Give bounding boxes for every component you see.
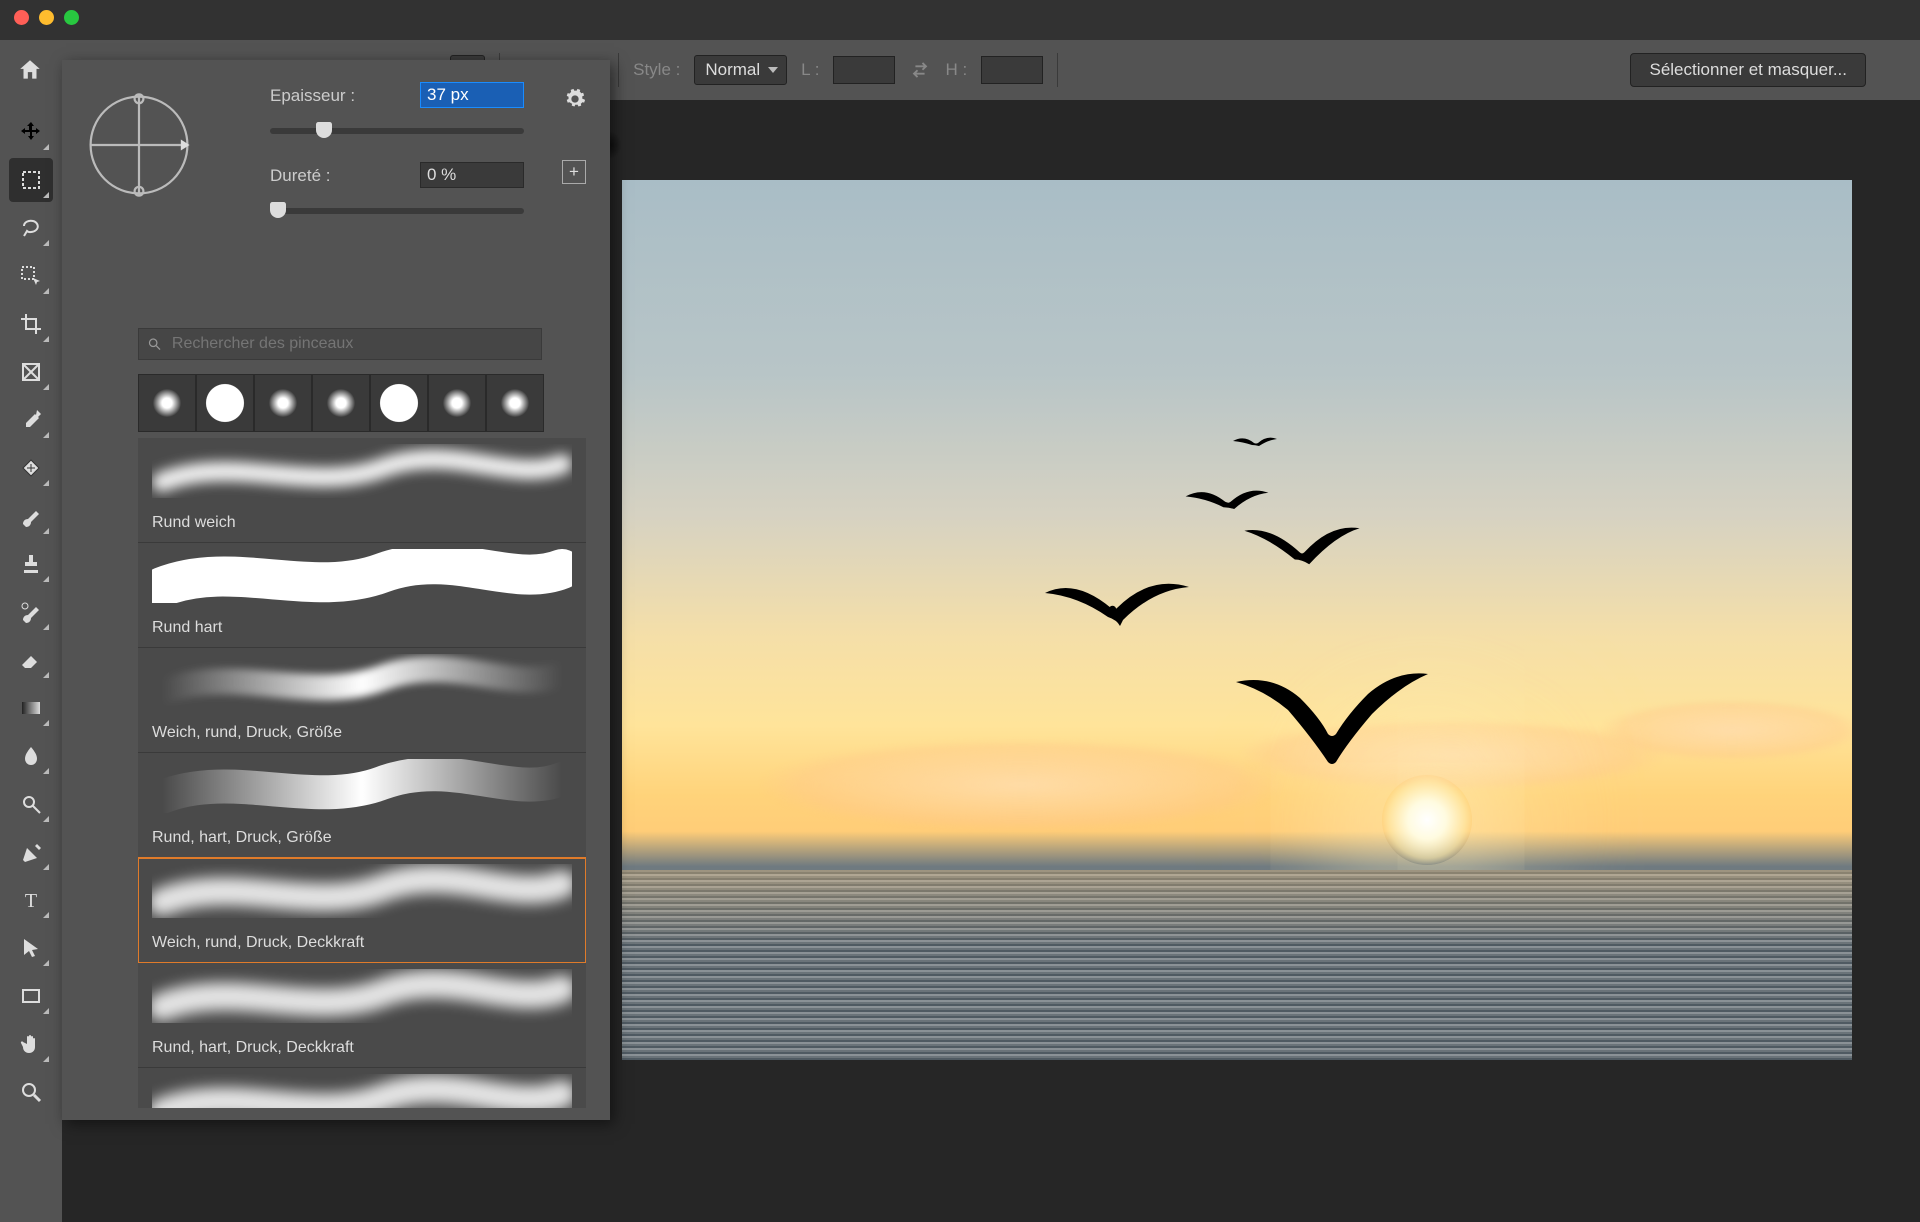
document-image[interactable] [622,180,1852,1060]
tool-zoom[interactable] [9,1070,53,1114]
brush-search-input[interactable] [170,334,533,354]
brush-preset-item[interactable]: Weich, rund, Druck, Größe [138,648,586,753]
brush-stroke-preview [152,759,572,813]
brush-preset-name: Weich, rund, Druck, Größe [152,724,342,742]
thickness-value[interactable]: 37 px [420,82,524,108]
tool-bar: T [0,100,62,1222]
swap-icon[interactable] [909,59,931,81]
window-controls [14,10,79,25]
gear-icon[interactable] [564,88,586,110]
brush-thumb-0[interactable] [138,374,196,432]
tool-pen[interactable] [9,830,53,874]
brush-stroke-preview [152,969,572,1023]
hardness-label: Dureté : [270,166,330,186]
brush-search[interactable] [138,328,542,360]
brush-preset-list: Rund weich Rund hart Weich, rund, Druck, G… [138,438,586,1108]
tool-type[interactable]: T [9,878,53,922]
tool-frame[interactable] [9,350,53,394]
brush-preset-item[interactable]: Rund hart [138,543,586,648]
tool-crop[interactable] [9,302,53,346]
brush-thumb-3[interactable] [312,374,370,432]
tool-dodge[interactable] [9,782,53,826]
tool-rectangle[interactable] [9,974,53,1018]
brush-stroke-preview [152,654,572,708]
tool-history-brush[interactable] [9,590,53,634]
tool-lasso[interactable] [9,206,53,250]
width-label: L : [801,60,819,80]
brush-angle-control[interactable] [84,90,194,200]
brush-preset-name: Weich, rund, Druck, Deckkraft [152,934,364,952]
tool-hand[interactable] [9,1022,53,1066]
brush-thumb-1[interactable] [196,374,254,432]
tool-eraser[interactable] [9,638,53,682]
thickness-label: Epaisseur : [270,86,355,106]
sun [1382,775,1472,865]
select-and-mask-button[interactable]: Sélectionner et masquer... [1630,53,1866,87]
bird-2 [1182,480,1272,520]
brush-thumb-5[interactable] [428,374,486,432]
tool-smudge[interactable] [9,734,53,778]
bird-5 [1232,670,1432,770]
brush-thumb-4[interactable] [370,374,428,432]
style-select[interactable]: Normal [694,55,787,85]
search-icon [147,336,162,352]
brush-thumbnails [138,374,544,432]
tool-path-sel[interactable] [9,926,53,970]
tool-eyedropper[interactable] [9,398,53,442]
tool-stamp[interactable] [9,542,53,586]
hardness-value[interactable]: 0 % [420,162,524,188]
maximize-window-icon[interactable] [64,10,79,25]
height-field[interactable] [981,56,1043,84]
tool-quick-select[interactable] [9,254,53,298]
brush-stroke-preview [152,549,572,603]
brush-panel-header: Epaisseur : 37 px Dureté : 0 % + [62,60,610,220]
tool-gradient[interactable] [9,686,53,730]
bird-1 [1042,570,1192,640]
option-bar: x Lissage Style : Normal L : H : Sélecti… [450,40,1920,100]
brush-preset-item[interactable]: Rund, weich, Druck, Deckkraft und Fluss [138,1068,586,1108]
brush-panel: Epaisseur : 37 px Dureté : 0 % + Rund we… [62,60,610,1120]
brush-preset-item[interactable]: Rund, hart, Druck, Deckkraft [138,963,586,1068]
bird-4 [1242,520,1362,575]
width-field[interactable] [833,56,895,84]
brush-preset-name: Rund weich [152,514,236,532]
brush-thumb-6[interactable] [486,374,544,432]
tool-heal[interactable] [9,446,53,490]
brush-stroke-preview [152,864,572,918]
brush-thumb-2[interactable] [254,374,312,432]
brush-preset-item[interactable]: Rund weich [138,438,586,543]
minimize-window-icon[interactable] [39,10,54,25]
sea [622,870,1852,1060]
tool-brush[interactable] [9,494,53,538]
new-brush-icon[interactable]: + [562,160,586,184]
thickness-slider[interactable] [270,128,524,134]
tool-move[interactable] [9,110,53,154]
style-label: Style : [633,60,680,80]
brush-preset-name: Rund, hart, Druck, Größe [152,829,332,847]
brush-preset-name: Rund, hart, Druck, Deckkraft [152,1039,354,1057]
brush-stroke-preview [152,1074,572,1108]
hardness-slider[interactable] [270,208,524,214]
height-label: H : [945,60,967,80]
brush-stroke-preview [152,444,572,498]
svg-text:T: T [25,890,37,912]
brush-preset-name: Rund hart [152,619,222,637]
home-button[interactable] [0,40,60,100]
brush-preset-item[interactable]: Rund, hart, Druck, Größe [138,753,586,858]
brush-preset-item[interactable]: Weich, rund, Druck, Deckkraft [138,858,586,963]
close-window-icon[interactable] [14,10,29,25]
tool-marquee[interactable] [9,158,53,202]
bird-3 [1230,430,1280,454]
